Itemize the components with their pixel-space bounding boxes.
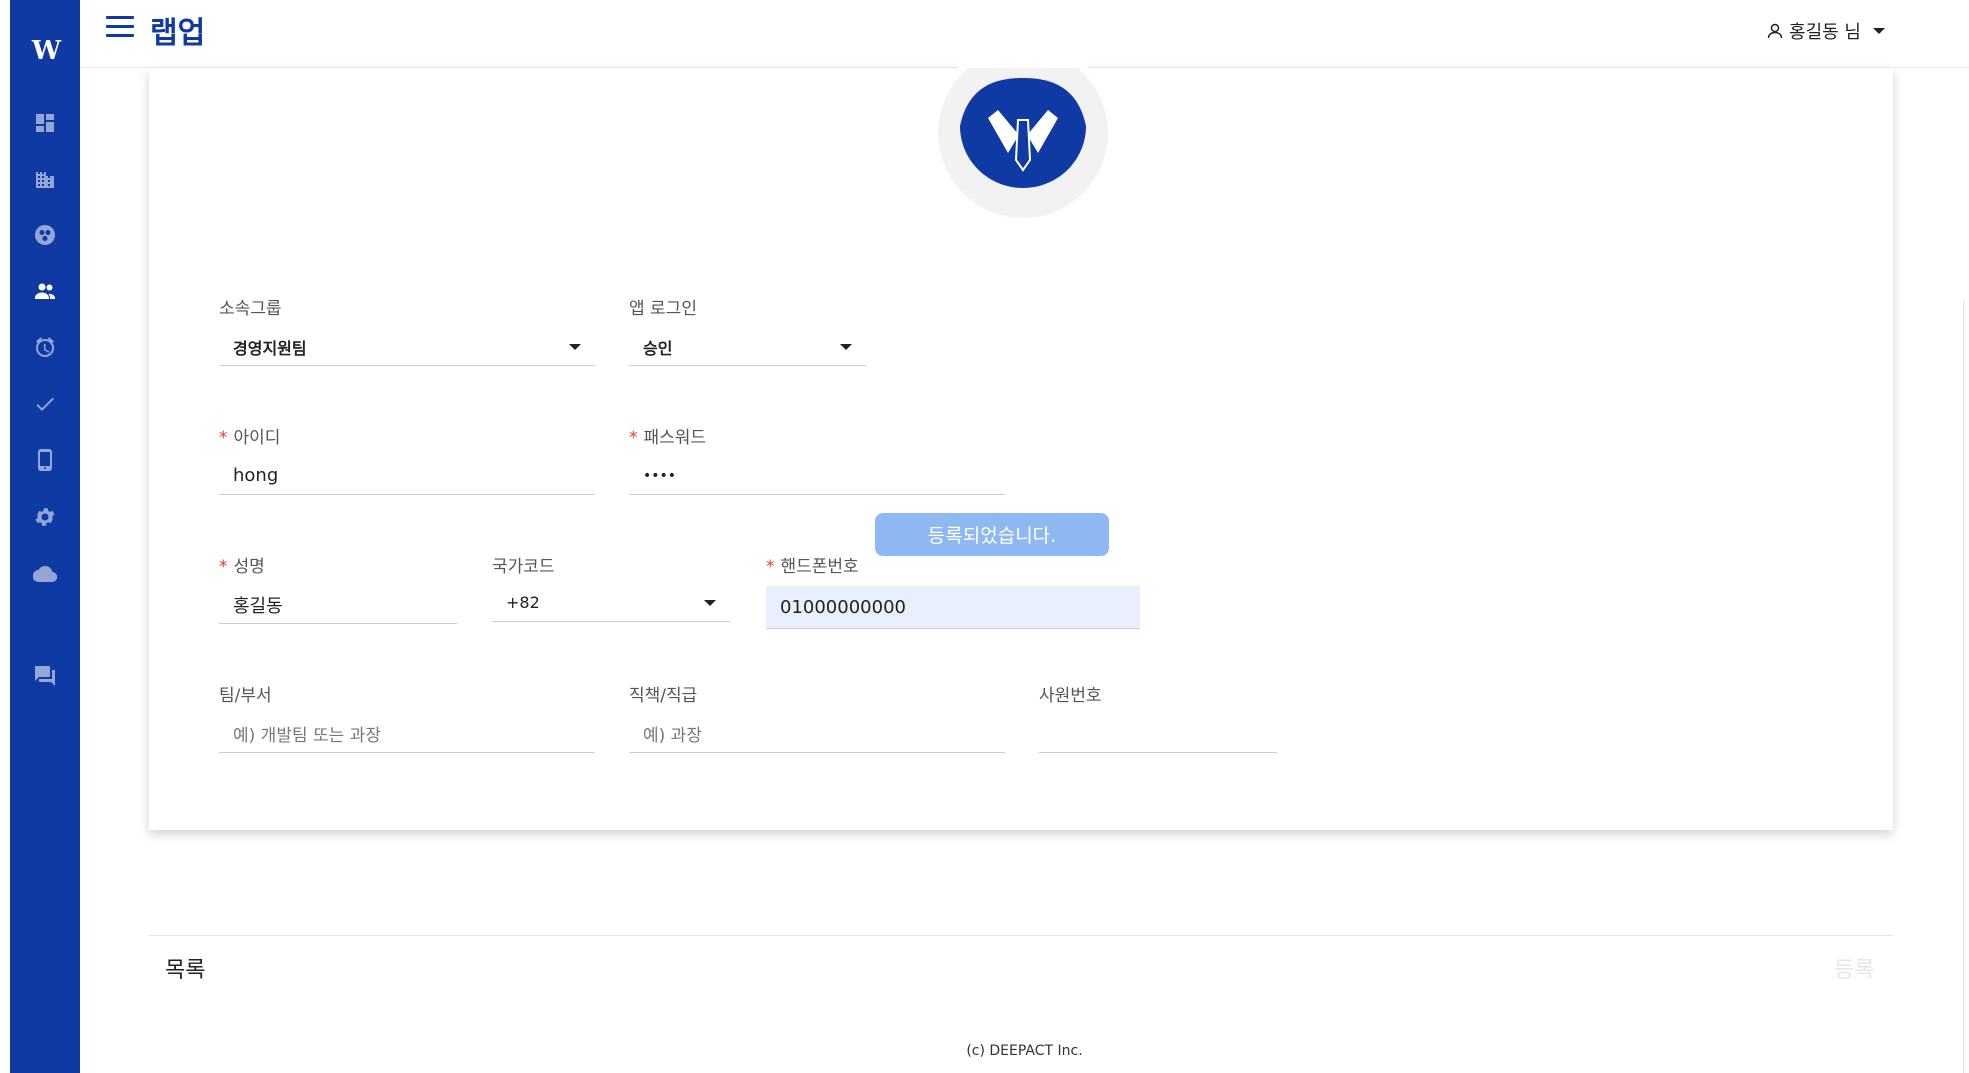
password-field: * 패스워드 •••• (629, 423, 1005, 495)
avatar[interactable] (938, 48, 1108, 218)
alarm-clock-icon (36, 337, 54, 357)
group-select[interactable]: 경영지원팀 (219, 328, 595, 366)
name-label: 성명 (233, 557, 265, 577)
group-label: 소속그룹 (219, 299, 282, 319)
position-label: 직책/직급 (629, 686, 698, 706)
password-value: •••• (643, 467, 677, 484)
phone-input[interactable]: 01000000000 (766, 586, 1140, 629)
user-id-label: 아이디 (233, 428, 281, 448)
country-code-value: +82 (506, 593, 540, 612)
sidebar-item-attendance[interactable] (32, 334, 58, 360)
sidebar-item-settings[interactable] (32, 504, 58, 530)
app-login-value: 승인 (643, 338, 673, 358)
group-icon (35, 225, 55, 245)
user-id-field: * 아이디 hong (219, 423, 595, 495)
employee-no-field: 사원번호 (1039, 681, 1277, 753)
sidebar: W (10, 0, 80, 1073)
employee-no-label: 사원번호 (1039, 686, 1102, 706)
name-input[interactable]: 홍길동 (219, 586, 457, 624)
position-input[interactable]: 예) 과장 (629, 715, 1005, 753)
chevron-down-icon (1873, 28, 1885, 34)
name-value: 홍길동 (233, 595, 283, 617)
sidebar-item-devices[interactable] (32, 447, 58, 473)
sidebar-item-users[interactable] (32, 278, 58, 304)
team-placeholder: 예) 개발팀 또는 과장 (233, 726, 381, 746)
app-logo[interactable]: W (10, 36, 80, 66)
sidebar-item-company[interactable] (32, 166, 58, 192)
phone-label: 핸드폰번호 (780, 557, 859, 577)
app-login-label: 앱 로그인 (629, 299, 697, 319)
team-input[interactable]: 예) 개발팀 또는 과장 (219, 715, 595, 753)
dashboard-icon (36, 114, 54, 132)
group-field: 소속그룹 경영지원팀 (219, 294, 595, 366)
chevron-down-icon (569, 344, 581, 350)
app-login-field: 앱 로그인 승인 (629, 294, 866, 366)
register-button[interactable]: 등록 (1834, 952, 1874, 984)
country-code-label: 국가코드 (492, 557, 555, 577)
name-field: * 성명 홍길동 (219, 552, 457, 624)
sidebar-item-messages[interactable] (32, 663, 58, 689)
position-placeholder: 예) 과장 (643, 726, 702, 746)
building-icon (36, 172, 54, 188)
mobile-phone-icon (38, 449, 52, 471)
user-icon (1767, 23, 1783, 39)
users-icon (35, 283, 55, 299)
chat-icon (35, 666, 55, 686)
password-input[interactable]: •••• (629, 457, 1005, 495)
chevron-down-icon (840, 344, 852, 350)
user-id-input[interactable]: hong (219, 457, 595, 495)
gear-icon (35, 508, 55, 526)
team-label: 팀/부서 (219, 686, 272, 706)
required-mark: * (219, 557, 228, 577)
sidebar-item-approval[interactable] (32, 391, 58, 417)
position-field: 직책/직급 예) 과장 (629, 681, 1005, 753)
user-form-card: 소속그룹 경영지원팀 앱 로그인 승인 * 아이디 hong * 패스워드 ••••… (149, 48, 1893, 830)
required-mark: * (766, 557, 775, 577)
country-code-select[interactable]: +82 (492, 584, 730, 622)
footer-copyright: (c) DEEPACT Inc. (966, 1043, 1083, 1059)
user-name: 홍길동 님 (1789, 22, 1861, 43)
sidebar-item-groups[interactable] (32, 222, 58, 248)
sidebar-item-dashboard[interactable] (32, 110, 58, 136)
list-button[interactable]: 목록 (165, 952, 205, 984)
divider (149, 935, 1893, 936)
user-id-value: hong (233, 465, 279, 486)
sidebar-item-cloud[interactable] (32, 561, 58, 587)
menu-toggle-button[interactable] (106, 16, 134, 38)
password-label: 패스워드 (643, 428, 707, 448)
phone-value: 01000000000 (780, 596, 906, 618)
cloud-icon (33, 565, 57, 583)
chevron-down-icon (704, 600, 716, 606)
success-toast: 등록되었습니다. (875, 513, 1109, 556)
app-title: 랩업 (150, 16, 206, 51)
team-field: 팀/부서 예) 개발팀 또는 과장 (219, 681, 595, 753)
required-mark: * (219, 428, 228, 448)
country-code-field: 국가코드 +82 (492, 552, 730, 622)
scrollbar-track[interactable] (1963, 300, 1969, 1073)
app-login-select[interactable]: 승인 (629, 328, 866, 366)
required-mark: * (629, 428, 638, 448)
employee-no-input[interactable] (1039, 715, 1277, 753)
group-value: 경영지원팀 (233, 338, 307, 358)
user-menu[interactable]: 홍길동 님 (1767, 18, 1885, 44)
checkmark-icon (36, 397, 54, 411)
hamburger-icon (106, 16, 134, 19)
